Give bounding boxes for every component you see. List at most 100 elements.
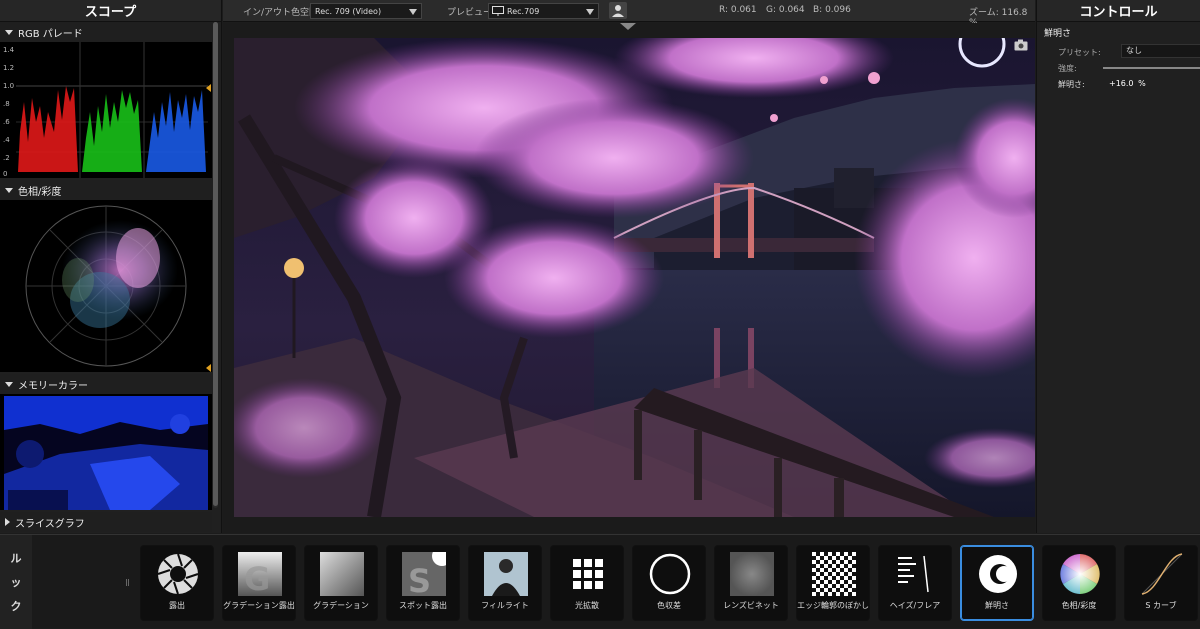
g-readout: G: 0.064: [766, 5, 805, 15]
camera-icon[interactable]: [1014, 39, 1028, 51]
preset-select[interactable]: なし: [1121, 44, 1200, 58]
look-tile-label: ヘイズ/フレア: [889, 601, 941, 610]
look-tile-label: スポット露出: [399, 601, 447, 610]
clarity-value[interactable]: +16.0 %: [1109, 79, 1146, 88]
vectorscope-marker[interactable]: [206, 364, 211, 372]
ring-icon: [649, 553, 691, 595]
color-wheel-icon: [1060, 554, 1100, 594]
section-hue-sat-header[interactable]: 色相/彩度: [0, 180, 212, 200]
section-label: メモリーカラー: [18, 380, 88, 392]
checkerboard-icon: [812, 552, 856, 596]
control-section-title: 鮮明さ: [1044, 29, 1072, 39]
look-tile-chromatic-aberration[interactable]: 色収差: [632, 545, 706, 621]
scrollbar-thumb[interactable]: [213, 22, 218, 506]
looks-label-char: ル: [10, 552, 22, 565]
look-tile-spot-exposure[interactable]: S スポット露出: [386, 545, 460, 621]
scope-panel: スコープ RGB パレード 1.4 1.2 1.0 .8 .6 .4 .2 0: [0, 0, 222, 533]
rgb-parade-graph: [16, 42, 208, 178]
strip-drag-handle[interactable]: [126, 579, 129, 586]
look-tile-gradient[interactable]: グラデーション: [304, 545, 378, 621]
control-panel: コントロール 鮮明さ プリセット: なし 強度: 鮮明さ: +16.0 %: [1036, 0, 1200, 533]
control-panel-title: コントロール: [1037, 0, 1200, 22]
look-tile-label: 露出: [169, 601, 185, 610]
look-tile-diffusion[interactable]: 光拡散: [550, 545, 624, 621]
rgb-parade-scope: 1.4 1.2 1.0 .8 .6 .4 .2 0: [0, 42, 212, 178]
look-tile-graduated-exposure[interactable]: G グラデーション露出: [222, 545, 296, 621]
monitor-icon: [492, 6, 504, 16]
expand-triangle-icon: [5, 29, 13, 35]
svg-text:S: S: [408, 562, 431, 596]
clarity-label: 鮮明さ:: [1058, 80, 1085, 89]
section-label: RGB パレード: [18, 28, 83, 40]
looks-side-label: ル ッ ク: [0, 535, 32, 629]
look-tile-s-curve[interactable]: S カーブ: [1124, 545, 1198, 621]
section-label: 色相/彩度: [18, 186, 62, 198]
preview-select[interactable]: Rec.709: [488, 3, 599, 19]
aperture-icon: [157, 553, 199, 595]
preset-label: プリセット:: [1058, 48, 1101, 57]
look-tile-fill-light[interactable]: フィルライト: [468, 545, 542, 621]
viewer-top-marker[interactable]: [620, 23, 636, 30]
preview-image[interactable]: [234, 38, 1035, 517]
look-tile-label: グラデーション: [313, 601, 369, 610]
look-tile-label: エッジ輪郭のぼかし: [797, 601, 869, 610]
look-tile-clarity[interactable]: 鮮明さ: [960, 545, 1034, 621]
expand-triangle-icon: [5, 187, 13, 193]
portrait-icon: [484, 552, 528, 596]
looks-label-char: ッ: [10, 576, 22, 589]
s-curve-icon: [1141, 553, 1183, 595]
clarity-number: +16.0: [1109, 79, 1134, 88]
look-tile-label: レンズビネット: [723, 601, 779, 610]
grid-icon: [573, 559, 603, 589]
look-tile-edge-blur[interactable]: エッジ輪郭のぼかし: [796, 545, 870, 621]
look-tile-lens-vignette[interactable]: レンズビネット: [714, 545, 788, 621]
graduated-exposure-icon: G: [238, 552, 282, 596]
expand-triangle-icon: [5, 381, 13, 387]
look-tile-label: 鮮明さ: [985, 601, 1009, 610]
cherry-blossom-night-scene: [234, 38, 1035, 517]
top-toolbar: イン/アウト色空間: Rec. 709 (Video) プレビュー: Rec.7…: [223, 0, 1035, 28]
look-tile-label: 色収差: [657, 601, 681, 610]
chevron-down-icon: [409, 9, 417, 15]
look-tile-exposure[interactable]: 露出: [140, 545, 214, 621]
section-memory-color-header[interactable]: メモリーカラー: [0, 374, 212, 394]
look-tile-label: 光拡散: [575, 601, 599, 610]
look-tile-label: 色相/彩度: [1061, 601, 1097, 610]
spot-exposure-icon: S: [402, 552, 446, 596]
preview-value: Rec.709: [507, 6, 540, 16]
vectorscope-graph: [25, 205, 187, 367]
person-icon[interactable]: [609, 2, 627, 19]
look-tile-label: S カーブ: [1145, 601, 1177, 610]
look-tile-label: フィルライト: [481, 601, 529, 610]
look-tile-label: グラデーション露出: [223, 601, 295, 610]
memory-color-scope: [0, 394, 212, 510]
hue-sat-scope: [0, 200, 212, 372]
look-tile-haze-flare[interactable]: ヘイズ/フレア: [878, 545, 952, 621]
intensity-slider[interactable]: [1103, 67, 1200, 69]
gradient-icon: [320, 552, 364, 596]
collapse-triangle-icon: [5, 518, 10, 526]
haze-lines-icon: [898, 555, 929, 593]
looks-label-char: ク: [10, 600, 22, 613]
scope-scrollbar[interactable]: [213, 22, 218, 508]
colorspace-value: Rec. 709 (Video): [315, 6, 382, 16]
parade-marker[interactable]: [206, 84, 211, 92]
scope-panel-title: スコープ: [0, 0, 221, 22]
looks-strip: ル ッ ク 露出 G グラデーション露出 グラデーション S スポット露出 フィ…: [0, 534, 1200, 629]
r-readout: R: 0.061: [719, 5, 757, 15]
svg-text:G: G: [244, 560, 270, 596]
b-readout: B: 0.096: [813, 5, 851, 15]
section-rgb-parade-header[interactable]: RGB パレード: [0, 22, 212, 42]
chevron-down-icon: [586, 9, 594, 15]
section-slice-graph-header[interactable]: スライスグラフ: [0, 512, 212, 532]
section-label: スライスグラフ: [15, 518, 85, 530]
colorspace-select[interactable]: Rec. 709 (Video): [310, 3, 422, 19]
person-glyph: [612, 5, 624, 17]
image-viewer[interactable]: [223, 23, 1035, 533]
memory-color-preview: [4, 396, 208, 510]
intensity-label: 強度:: [1058, 64, 1077, 73]
clarity-icon: [979, 555, 1017, 593]
vignette-icon: [730, 552, 774, 596]
look-tile-hue-saturation[interactable]: 色相/彩度: [1042, 545, 1116, 621]
clarity-unit: %: [1138, 79, 1146, 88]
